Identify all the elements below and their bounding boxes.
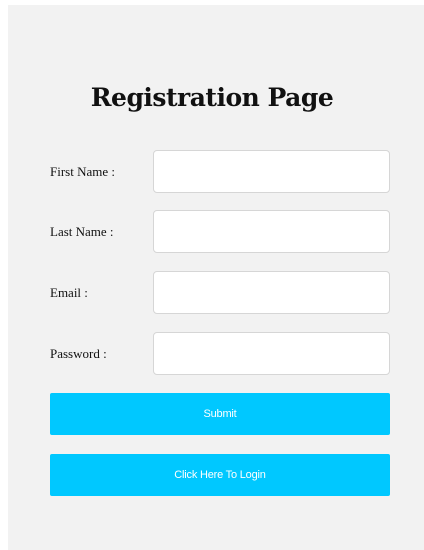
- registration-panel: Registration Page First Name : Last Name…: [8, 5, 424, 550]
- password-input[interactable]: [153, 332, 390, 375]
- login-link-button[interactable]: Click Here To Login: [50, 454, 390, 496]
- email-input[interactable]: [153, 271, 390, 314]
- last-name-label: Last Name :: [50, 224, 114, 239]
- email-label: Email :: [50, 285, 88, 300]
- password-row: Password :: [50, 332, 390, 375]
- password-label: Password :: [50, 346, 107, 361]
- first-name-input[interactable]: [153, 150, 390, 193]
- page-title: Registration Page: [90, 83, 334, 112]
- first-name-row: First Name :: [50, 150, 390, 193]
- first-name-label: First Name :: [50, 164, 115, 179]
- last-name-input[interactable]: [153, 210, 390, 253]
- last-name-row: Last Name :: [50, 210, 390, 253]
- email-row: Email :: [50, 271, 390, 314]
- submit-button[interactable]: Submit: [50, 393, 390, 435]
